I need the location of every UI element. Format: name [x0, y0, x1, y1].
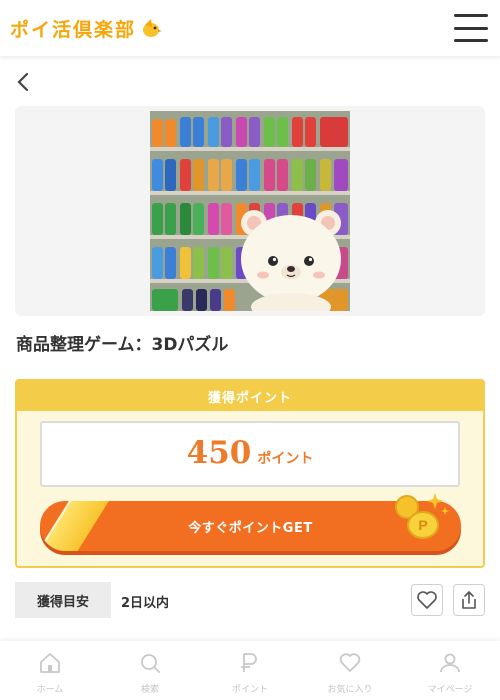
- nav-item-favorites[interactable]: お気に入り: [300, 641, 400, 700]
- nav-item-search[interactable]: 検索: [100, 641, 200, 700]
- svg-text:P: P: [418, 517, 427, 533]
- bird-logo-icon: [143, 19, 163, 37]
- nav-item-mypage[interactable]: マイページ: [400, 641, 500, 700]
- back-arrow-icon[interactable]: [14, 70, 34, 94]
- get-points-label: 今すぐポイントGET: [188, 520, 313, 536]
- estimate-row: 獲得目安 2日以内: [15, 582, 485, 618]
- estimate-label: 獲得目安: [15, 582, 111, 618]
- nav-label-mypage: マイページ: [427, 685, 473, 695]
- point-heading: 獲得ポイント: [17, 381, 483, 411]
- header: ポイ活倶楽部: [0, 0, 500, 56]
- coins-icon: P: [395, 493, 449, 539]
- point-unit: ポイント: [257, 451, 314, 467]
- heart-icon: [339, 653, 361, 672]
- estimate-value: 2日以内: [121, 596, 170, 611]
- search-icon: [141, 654, 160, 673]
- button-stripe-decoration: [40, 501, 113, 551]
- game-title: 商品整理ゲーム：3Dパズル: [16, 335, 229, 355]
- nav-label-favorites: お気に入り: [327, 685, 373, 695]
- heart-icon: [417, 591, 437, 609]
- user-icon: [440, 653, 460, 673]
- favorite-button[interactable]: [411, 584, 443, 616]
- point-value: 450: [186, 435, 252, 471]
- nav-label-home: ホーム: [36, 685, 64, 695]
- share-button[interactable]: [453, 584, 485, 616]
- nav-label-search: 検索: [140, 685, 159, 695]
- nav-label-points: ポイント: [231, 685, 268, 695]
- hamburger-menu-button[interactable]: [454, 14, 488, 42]
- nav-item-points[interactable]: ポイント: [200, 641, 300, 700]
- point-card: 獲得ポイント 450 ポイント 今すぐポイントGET P: [15, 379, 485, 568]
- share-icon: [462, 591, 476, 609]
- logo-text: ポイ活倶楽部: [10, 18, 137, 41]
- bottom-navigation: ホーム 検索 ポイント お気に入り マイページ: [0, 641, 500, 700]
- nav-item-home[interactable]: ホーム: [0, 641, 100, 700]
- point-icon: [241, 653, 257, 672]
- game-thumbnail-image: [150, 111, 350, 311]
- game-image-panel: [15, 106, 485, 316]
- site-logo[interactable]: ポイ活倶楽部: [10, 15, 163, 42]
- home-icon: [40, 653, 60, 673]
- point-value-box: 450 ポイント: [40, 421, 460, 487]
